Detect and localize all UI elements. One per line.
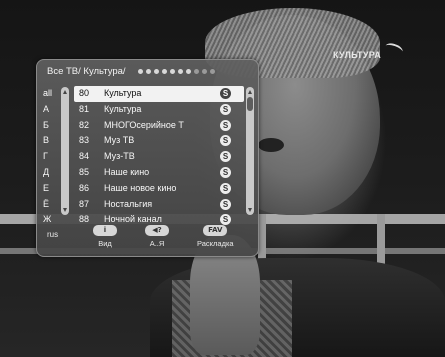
view-button[interactable]: i Вид — [93, 225, 117, 248]
channel-number: 84 — [79, 151, 90, 162]
page-dot — [202, 69, 207, 74]
alphabet-letter[interactable]: Б — [43, 118, 61, 134]
page-dot — [210, 69, 215, 74]
scrambled-icon: S — [220, 166, 231, 178]
page-dot — [178, 69, 183, 74]
channel-name: Культура — [104, 88, 142, 98]
alphabet-letter[interactable]: Е — [43, 181, 61, 197]
channel-row[interactable]: 80 Культура S — [74, 86, 244, 102]
scrambled-icon: S — [220, 151, 231, 163]
scrambled-icon: S — [220, 198, 231, 210]
channel-name: Ностальгия — [104, 198, 153, 209]
channel-logo-swoosh — [383, 41, 405, 57]
channel-number: 85 — [79, 166, 90, 177]
alphabet-scrollbar[interactable] — [61, 87, 69, 215]
channel-number: 87 — [79, 198, 90, 209]
scrambled-icon: S — [220, 88, 231, 99]
channel-logo: КУЛЬТУРА — [333, 50, 382, 60]
channel-number: 80 — [79, 88, 90, 98]
page-dot — [170, 69, 175, 74]
sort-button-label: А..Я — [149, 239, 165, 248]
page-dot — [194, 69, 199, 74]
panel-title: Все ТВ/ Культура/ — [47, 66, 126, 77]
scrambled-icon: S — [220, 103, 231, 115]
scrollbar-thumb[interactable] — [247, 97, 253, 111]
scrambled-icon: S — [220, 182, 231, 194]
channel-number: 81 — [79, 103, 90, 114]
channel-name: МНОГОсерийное Т — [104, 119, 184, 130]
layout-button[interactable]: FAV Раскладка — [197, 225, 234, 248]
channel-name: Наше кино — [104, 166, 150, 177]
alphabet-index: all А Б В Г Д Е Ё Ж — [43, 86, 61, 228]
audio-key-icon: ◀? — [145, 225, 169, 236]
page-dot — [162, 69, 167, 74]
language-label: rus — [47, 230, 59, 239]
alphabet-letter[interactable]: В — [43, 133, 61, 149]
presenter-eye — [258, 138, 284, 152]
sort-button[interactable]: ◀? А..Я — [145, 225, 169, 248]
alphabet-letter[interactable]: Д — [43, 165, 61, 181]
channel-row[interactable]: 86 Наше новое кино S — [74, 181, 244, 197]
channel-row[interactable]: 81 Культура S — [74, 102, 244, 118]
channel-row[interactable]: 83 Муз ТВ S — [74, 133, 244, 149]
channel-name: Муз ТВ — [104, 135, 135, 146]
channel-list-panel: Все ТВ/ Культура/ all А Б В Г Д Е Ё Ж 80 Культура… — [36, 59, 259, 257]
panel-footer: rus i Вид ◀? А..Я FAV Раскладка — [37, 224, 258, 254]
page-dot — [186, 69, 191, 74]
channel-name: Муз-ТВ — [104, 151, 135, 162]
page-dot — [146, 69, 151, 74]
channel-row[interactable]: 87 Ностальгия S — [74, 197, 244, 213]
channel-number: 86 — [79, 182, 90, 193]
info-key-icon: i — [93, 225, 117, 236]
channel-list-scrollbar[interactable] — [246, 87, 254, 215]
channel-number: 83 — [79, 135, 90, 146]
page-indicator — [138, 69, 215, 74]
channel-list: 80 Культура S 81 Культура S 82 МНОГОсерийное Т S… — [74, 86, 244, 228]
scrambled-icon: S — [220, 119, 231, 131]
channel-row[interactable]: 85 Наше кино S — [74, 165, 244, 181]
channel-name: Наше новое кино — [104, 182, 177, 193]
fav-key-icon: FAV — [203, 225, 228, 236]
channel-row[interactable]: 84 Муз-ТВ S — [74, 149, 244, 165]
scrambled-icon: S — [220, 135, 231, 147]
layout-button-label: Раскладка — [197, 239, 234, 248]
alphabet-letter[interactable]: all — [43, 86, 61, 102]
alphabet-letter[interactable]: А — [43, 102, 61, 118]
alphabet-letter[interactable]: Ё — [43, 197, 61, 213]
channel-number: 82 — [79, 119, 90, 130]
view-button-label: Вид — [98, 239, 112, 248]
channel-row[interactable]: 82 МНОГОсерийное Т S — [74, 118, 244, 134]
alphabet-letter[interactable]: Г — [43, 149, 61, 165]
page-dot — [138, 69, 143, 74]
page-dot — [154, 69, 159, 74]
channel-name: Культура — [104, 103, 142, 114]
